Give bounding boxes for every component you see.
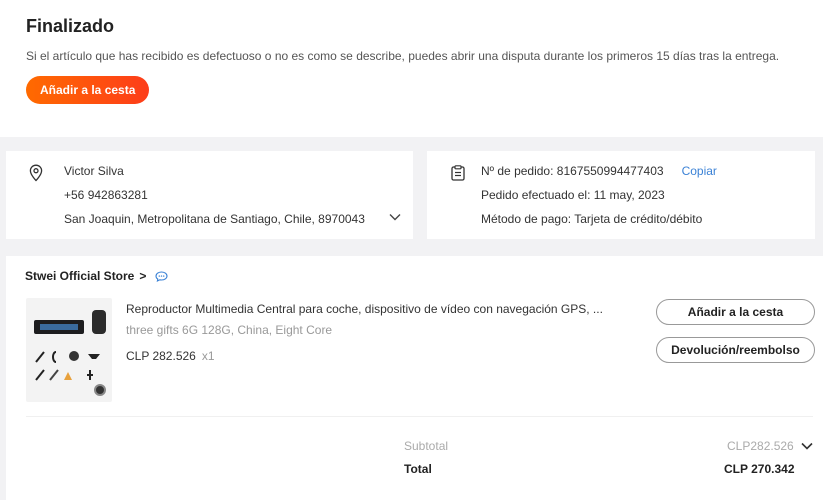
product-variant: three gifts 6G 128G, China, Eight Core bbox=[126, 323, 333, 337]
product-quantity: x1 bbox=[201, 349, 215, 363]
order-number-row: Nº de pedido: 8167550994477403 Copiar bbox=[481, 164, 815, 188]
recipient-name: Victor Silva bbox=[64, 164, 124, 178]
recipient-address: San Joaquin, Metropolitana de Santiago, … bbox=[64, 212, 365, 226]
order-date: Pedido efectuado el: 11 may, 2023 bbox=[481, 188, 665, 202]
accessories-image bbox=[35, 351, 100, 381]
add-to-cart-button[interactable]: Añadir a la cesta bbox=[26, 76, 150, 104]
dispute-notice: Si el artículo que has recibido es defec… bbox=[26, 49, 780, 63]
product-title[interactable]: Reproductor Multimedia Central para coch… bbox=[126, 302, 603, 316]
clipboard-icon bbox=[451, 165, 465, 181]
divider bbox=[26, 416, 813, 417]
chevron-right-icon: > bbox=[139, 269, 147, 283]
product-price-row: CLP 282.526 x1 bbox=[126, 349, 215, 363]
subtotal-value: CLP282.526 bbox=[727, 439, 794, 453]
product-camera-image bbox=[92, 310, 106, 334]
order-info-card: Nº de pedido: 8167550994477403 Copiar Ped… bbox=[427, 151, 815, 239]
status-title: Finalizado bbox=[26, 16, 115, 36]
shipping-address-card: Victor Silva +56 942863281 San Joaquin, … bbox=[6, 151, 413, 239]
copy-link[interactable]: Copiar bbox=[682, 164, 717, 178]
order-number: Nº de pedido: 8167550994477403 bbox=[481, 164, 664, 178]
store-name[interactable]: Stwei Official Store bbox=[25, 269, 134, 283]
product-thumbnail[interactable] bbox=[26, 298, 112, 402]
store-order-card: Stwei Official Store > Reproductor Multi… bbox=[6, 256, 823, 500]
store-header[interactable]: Stwei Official Store > bbox=[25, 269, 168, 283]
chat-icon[interactable] bbox=[155, 270, 168, 282]
chevron-down-icon[interactable] bbox=[801, 442, 813, 450]
refund-button[interactable]: Devolución/reembolso bbox=[656, 337, 815, 363]
product-price: CLP 282.526 bbox=[126, 349, 196, 363]
recipient-phone: +56 942863281 bbox=[64, 188, 148, 202]
order-status-card: Finalizado Si el artículo que has recibi… bbox=[0, 0, 823, 137]
product-knob-image bbox=[94, 384, 106, 396]
location-pin-icon bbox=[29, 164, 43, 182]
product-screen-image bbox=[34, 320, 84, 334]
total-label: Total bbox=[404, 462, 432, 476]
total-value: CLP 270.342 bbox=[724, 462, 795, 476]
chevron-down-icon[interactable] bbox=[389, 213, 401, 221]
payment-method: Método de pago: Tarjeta de crédito/débit… bbox=[481, 212, 703, 226]
item-add-to-cart-button[interactable]: Añadir a la cesta bbox=[656, 299, 815, 325]
subtotal-label: Subtotal bbox=[404, 439, 449, 453]
